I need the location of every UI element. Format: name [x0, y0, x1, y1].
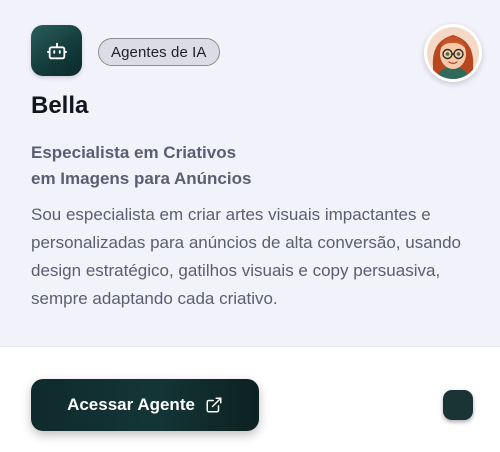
robot-icon — [31, 25, 82, 76]
agent-avatar — [424, 24, 482, 82]
agent-name: Bella — [31, 92, 89, 119]
agent-specialty: Especialista em Criativos em Imagens par… — [31, 140, 471, 192]
external-link-icon — [206, 397, 222, 413]
agent-specialty-line-2: em Imagens para Anúncios — [31, 169, 252, 188]
category-badge: Agentes de IA — [98, 38, 220, 66]
access-agent-button[interactable]: Acessar Agente — [31, 379, 259, 431]
secondary-action-button[interactable] — [443, 390, 473, 420]
agent-specialty-line-1: Especialista em Criativos — [31, 143, 237, 162]
access-agent-button-label: Acessar Agente — [67, 395, 195, 414]
agent-description: Sou especialista em criar artes visuais … — [31, 205, 462, 308]
